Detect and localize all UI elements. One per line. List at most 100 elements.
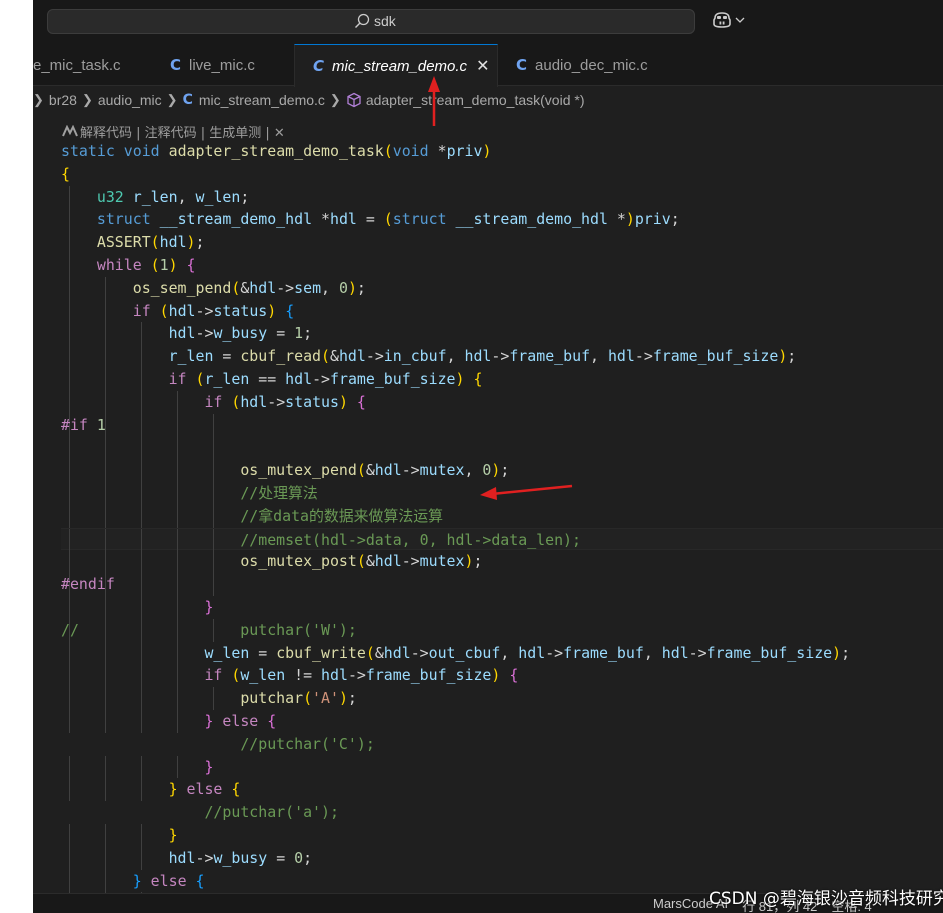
breadcrumb-item[interactable]: br28 (49, 92, 77, 108)
code-line[interactable]: w_len = cbuf_write(&hdl->out_cbuf, hdl->… (61, 641, 943, 665)
code-text: os_mutex_pend(&hdl->mutex, 0); (240, 461, 510, 480)
code-line[interactable]: //处理算法 (61, 481, 943, 505)
tab-label: live_mic.c (189, 56, 255, 74)
close-tab-icon[interactable]: ✕ (476, 56, 489, 76)
code-text: } else { (132, 871, 205, 890)
code-line[interactable]: u32 r_len, w_len; (61, 185, 943, 209)
watermark: CSDN @碧海银沙音频科技研究院 (709, 889, 943, 909)
indent-guide (69, 436, 70, 460)
code-line[interactable]: if (hdl->status) { (61, 390, 943, 414)
code-line[interactable]: while (1) { (61, 253, 943, 277)
breadcrumb-item[interactable]: adapter_stream_demo_task(void *) (366, 92, 585, 108)
code-line[interactable]: #if 1 (61, 413, 943, 437)
indent-guide (177, 436, 178, 460)
c-file-icon: C (516, 56, 528, 74)
breadcrumb-item[interactable]: audio_mic (98, 92, 162, 108)
indent-guide (177, 413, 178, 437)
code-text: struct __stream_demo_hdl *hdl = (struct … (96, 210, 680, 229)
code-line[interactable]: struct __stream_demo_hdl *hdl = (struct … (61, 208, 943, 232)
code-line[interactable]: //memset(hdl->data, 0, hdl->data_len); (61, 527, 943, 552)
c-file-icon: C (170, 56, 182, 74)
code-line[interactable]: //putchar('C'); (61, 733, 943, 756)
code-line[interactable]: putchar('A'); (61, 687, 943, 710)
chevron-right-icon: ❯ (329, 92, 341, 107)
copilot-menu[interactable] (711, 11, 745, 29)
code-line[interactable]: // putchar('W'); (61, 618, 943, 642)
code-text: r_len = cbuf_read(&hdl->in_cbuf, hdl->fr… (168, 347, 797, 366)
code-text: //memset(hdl->data, 0, hdl->data_len); (240, 530, 581, 549)
indent-guide (213, 413, 214, 437)
chevron-down-icon (735, 17, 745, 23)
chevron-right-icon: ❯ (81, 92, 93, 107)
indent-guide (141, 436, 142, 460)
code-text: if (w_len != hdl->frame_buf_size) { (204, 666, 519, 685)
code-editor-window: sdk e_mic_task.c C live_mic.c C mic_stre… (33, 0, 943, 913)
code-text: w_len = cbuf_write(&hdl->out_cbuf, hdl->… (204, 643, 851, 662)
copilot-icon (713, 12, 731, 28)
code-line[interactable]: if (hdl->status) { (61, 299, 943, 323)
code-line[interactable] (61, 436, 943, 460)
code-text: } else { (204, 711, 277, 730)
tab-audio-dec-mic[interactable]: C audio_dec_mic.c (498, 44, 683, 86)
code-line[interactable]: { (61, 163, 943, 186)
code-line[interactable]: } (61, 823, 943, 847)
code-text: #endif (61, 575, 115, 594)
cube-symbol-icon (347, 92, 361, 108)
code-text: u32 r_len, w_len; (96, 187, 250, 206)
tab-label: e_mic_task.c (33, 56, 121, 74)
breadcrumb: ❯ br28 ❯ audio_mic ❯ C mic_stream_demo.c… (33, 86, 943, 114)
code-line[interactable]: //拿data的数据来做算法运算 (61, 504, 943, 528)
search-content: sdk (354, 13, 396, 29)
tab-label: audio_dec_mic.c (535, 56, 648, 74)
c-file-icon: C (182, 92, 193, 108)
breadcrumb-item[interactable]: mic_stream_demo.c (199, 92, 325, 108)
code-line[interactable]: r_len = cbuf_read(&hdl->in_cbuf, hdl->fr… (61, 345, 943, 368)
code-line[interactable]: } else { (61, 778, 943, 802)
code-text: if (hdl->status) { (204, 392, 366, 411)
codelens-text: 解释代码 | 注释代码 | 生成单测 | ✕ (80, 125, 285, 141)
code-text: os_mutex_post(&hdl->mutex); (240, 552, 483, 571)
command-center-search[interactable]: sdk (47, 9, 695, 34)
code-text: #if 1 (61, 415, 106, 434)
code-line[interactable]: if (w_len != hdl->frame_buf_size) { (61, 664, 943, 688)
code-text: os_sem_pend(&hdl->sem, 0); (132, 278, 366, 297)
code-line[interactable]: ASSERT(hdl); (61, 231, 943, 254)
code-text: } (168, 825, 178, 844)
tab-mic-stream-demo[interactable]: C mic_stream_demo.c ✕ (294, 44, 498, 87)
code-text: if (r_len == hdl->frame_buf_size) { (168, 369, 483, 388)
code-text: //putchar('a'); (204, 803, 339, 822)
code-text: hdl->w_busy = 0; (168, 848, 313, 867)
tab-e-mic-task[interactable]: e_mic_task.c (33, 44, 157, 86)
code-line[interactable]: os_mutex_pend(&hdl->mutex, 0); (61, 459, 943, 482)
code-line[interactable]: } (61, 755, 943, 779)
indent-guide (141, 573, 142, 596)
indent-guide (141, 413, 142, 437)
code-line[interactable]: #endif (61, 573, 943, 596)
code-line[interactable]: if (r_len == hdl->frame_buf_size) { (61, 367, 943, 391)
code-line[interactable]: os_sem_pend(&hdl->sem, 0); (61, 276, 943, 300)
code-text: } (204, 597, 214, 616)
code-text: hdl->w_busy = 1; (168, 324, 313, 343)
chevron-right-icon: ❯ (166, 92, 178, 107)
tab-live-mic[interactable]: C live_mic.c (157, 44, 294, 86)
tab-label: mic_stream_demo.c (332, 57, 468, 75)
indent-guide (177, 573, 178, 596)
code-line[interactable]: } (61, 595, 943, 619)
search-text: sdk (374, 13, 396, 29)
code-line[interactable]: //putchar('a'); (61, 801, 943, 824)
code-line[interactable]: os_mutex_post(&hdl->mutex); (61, 550, 943, 574)
code-line[interactable]: static void adapter_stream_demo_task(voi… (61, 140, 943, 163)
code-text: ASSERT(hdl); (96, 233, 205, 252)
code-line[interactable]: hdl->w_busy = 0; (61, 846, 943, 870)
code-area[interactable]: static void adapter_stream_demo_task(voi… (61, 140, 943, 913)
code-text: } else { (168, 780, 241, 799)
search-icon (355, 13, 370, 28)
code-line[interactable]: hdl->w_busy = 1; (61, 322, 943, 346)
code-text: static void adapter_stream_demo_task(voi… (61, 142, 492, 160)
code-text: //putchar('C'); (240, 734, 375, 753)
title-bar: sdk (33, 0, 943, 44)
marscode-codelens[interactable]: 解释代码 | 注释代码 | 生成单测 | ✕ (62, 121, 285, 141)
chevron-right-icon: ❯ (33, 92, 44, 107)
code-text: } (204, 757, 214, 776)
code-line[interactable]: } else { (61, 709, 943, 733)
